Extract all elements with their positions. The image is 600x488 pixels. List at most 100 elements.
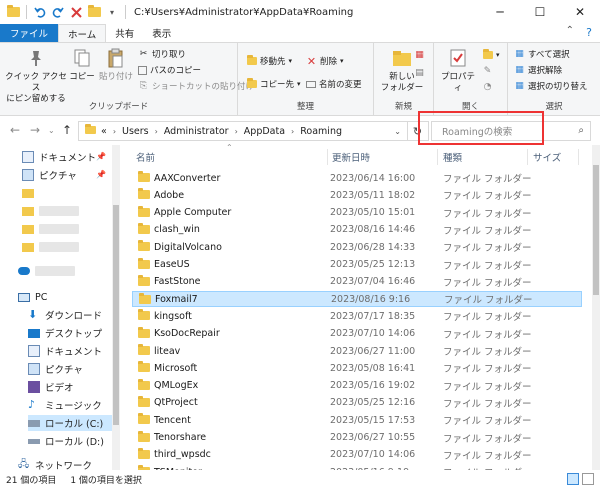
paste-shortcut-button[interactable]: ⎘ ショートカットの貼り付け xyxy=(138,80,254,92)
large-icons-view-icon[interactable] xyxy=(582,473,594,485)
chevron-right-icon[interactable]: › xyxy=(155,127,158,136)
file-row[interactable]: Apple Computer 2023/05/10 15:01 ファイル フォルダー xyxy=(132,205,582,221)
chevron-right-icon[interactable]: › xyxy=(113,127,116,136)
nav-item-documents-pinned[interactable]: ドキュメント xyxy=(22,149,96,165)
cut-button[interactable]: ✂ 切り取り xyxy=(138,48,186,60)
select-all-button[interactable]: ▦ すべて選択 xyxy=(514,48,569,60)
file-row[interactable]: DigitalVolcano 2023/06/28 14:33 ファイル フォルダー xyxy=(132,239,582,255)
customize-dropdown-icon[interactable]: ▾ xyxy=(105,5,119,19)
nav-item-folder[interactable] xyxy=(22,185,39,201)
nav-item-desktop[interactable]: デスクトップ xyxy=(28,325,102,341)
rename-button[interactable]: 名前の変更 xyxy=(306,78,362,90)
file-row[interactable]: EaseUS 2023/05/25 12:13 ファイル フォルダー xyxy=(132,257,582,273)
file-row[interactable]: Foxmail7 2023/08/16 9:16 ファイル フォルダー xyxy=(132,291,582,308)
column-separator[interactable] xyxy=(437,149,438,165)
tab-share[interactable]: 共有 xyxy=(106,24,143,42)
nav-item-downloads[interactable]: ⬇ ダウンロード xyxy=(28,307,102,323)
close-button[interactable]: ✕ xyxy=(560,0,600,24)
column-separator[interactable] xyxy=(527,149,528,165)
nav-scrollbar[interactable] xyxy=(112,145,120,470)
scrollbar-thumb[interactable] xyxy=(113,205,119,425)
chevron-right-icon[interactable]: › xyxy=(291,127,294,136)
nav-item-folder[interactable] xyxy=(22,221,79,237)
nav-item-network[interactable]: 🖧 ネットワーク xyxy=(18,457,92,470)
help-icon[interactable]: ? xyxy=(586,26,592,39)
invert-selection-button[interactable]: ▦ 選択の切り替え xyxy=(514,80,587,92)
organize-group: 移動先 ▾ コピー先 ▾ ✕ 削除 ▾ 名前の変更 整理 xyxy=(238,43,374,115)
delete-x-icon[interactable] xyxy=(69,5,83,19)
search-input[interactable]: Roamingの検索 ⌕ xyxy=(431,121,591,141)
copy-path-button[interactable]: パスのコピー xyxy=(138,64,201,76)
file-row[interactable]: FastStone 2023/07/04 16:46 ファイル フォルダー xyxy=(132,274,582,290)
breadcrumb-appdata[interactable]: AppData xyxy=(244,126,285,137)
file-row[interactable]: liteav 2023/06/27 11:00 ファイル フォルダー xyxy=(132,343,582,359)
breadcrumb-users[interactable]: Users xyxy=(122,126,149,137)
column-separator[interactable] xyxy=(578,149,579,165)
nav-item-videos[interactable]: ビデオ xyxy=(28,379,74,395)
properties-button[interactable]: プロパティ xyxy=(438,47,478,94)
breadcrumb-overflow[interactable]: « xyxy=(101,126,107,137)
nav-item-pictures[interactable]: ピクチャ xyxy=(28,361,83,377)
column-header-size[interactable]: サイズ xyxy=(533,149,583,165)
address-bar[interactable]: « › Users › Administrator › AppData › Ro… xyxy=(78,121,408,141)
folder-icon xyxy=(138,430,150,442)
select-none-button[interactable]: ▦ 選択解除 xyxy=(514,64,562,76)
file-row[interactable]: QtProject 2023/05/25 12:16 ファイル フォルダー xyxy=(132,395,582,411)
column-header-name[interactable]: 名前 xyxy=(136,149,326,165)
file-row[interactable]: Tenorshare 2023/06/27 10:55 ファイル フォルダー xyxy=(132,430,582,446)
file-row[interactable]: Tencent 2023/05/15 17:53 ファイル フォルダー xyxy=(132,412,582,428)
nav-item-documents[interactable]: ドキュメント xyxy=(28,343,102,359)
chevron-right-icon[interactable]: › xyxy=(235,127,238,136)
nav-item-onedrive[interactable] xyxy=(18,263,75,279)
tab-view[interactable]: 表示 xyxy=(143,24,180,42)
file-row[interactable]: kingsoft 2023/07/17 18:35 ファイル フォルダー xyxy=(132,308,582,324)
back-arrow-icon[interactable]: ← xyxy=(10,123,20,137)
file-list-scrollbar[interactable] xyxy=(592,145,600,470)
file-row[interactable]: KsoDocRepair 2023/07/10 14:06 ファイル フォルダー xyxy=(132,326,582,342)
address-dropdown-icon[interactable]: ⌄ xyxy=(394,127,401,136)
recent-dropdown-icon[interactable]: ⌄ xyxy=(48,126,55,135)
move-to-button[interactable]: 移動先 ▾ xyxy=(246,55,292,67)
folder-icon[interactable] xyxy=(87,5,101,19)
file-row[interactable]: AAXConverter 2023/06/14 16:00 ファイル フォルダー xyxy=(132,170,582,186)
easy-access-button[interactable]: ▤ xyxy=(414,67,425,78)
maximize-button[interactable]: ☐ xyxy=(520,0,560,24)
tab-home[interactable]: ホーム xyxy=(58,24,107,42)
paste-button[interactable]: 貼り付け xyxy=(98,47,134,83)
copy-to-button[interactable]: コピー先 ▾ xyxy=(246,78,301,90)
file-row[interactable]: Microsoft 2023/05/08 16:41 ファイル フォルダー xyxy=(132,360,582,376)
nav-item-music[interactable]: ♪ ミュージック xyxy=(28,397,102,413)
scrollbar-thumb[interactable] xyxy=(593,165,599,295)
breadcrumb-administrator[interactable]: Administrator xyxy=(164,126,229,137)
file-row[interactable]: QMLogEx 2023/05/16 19:02 ファイル フォルダー xyxy=(132,378,582,394)
column-header-modified[interactable]: 更新日時 xyxy=(332,149,432,165)
ribbon-collapse-icon[interactable]: ⌃ xyxy=(566,25,574,36)
file-row[interactable]: third_wpsdc 2023/07/10 14:06 ファイル フォルダー xyxy=(132,447,582,463)
minimize-button[interactable]: ─ xyxy=(480,0,520,24)
nav-item-folder[interactable] xyxy=(22,239,79,255)
refresh-icon[interactable]: ↻ xyxy=(407,121,429,141)
nav-item-pictures-pinned[interactable]: ピクチャ xyxy=(22,167,77,183)
nav-item-folder[interactable] xyxy=(22,203,79,219)
redo-icon[interactable] xyxy=(51,5,65,19)
undo-icon[interactable] xyxy=(33,5,47,19)
pin-quick-access-button[interactable]: クイック アクセス にピン留めする xyxy=(4,47,68,105)
edit-button[interactable]: ✎ xyxy=(482,65,493,76)
up-arrow-icon[interactable]: ↑ xyxy=(62,123,72,137)
details-view-icon[interactable] xyxy=(567,473,579,485)
column-header-type[interactable]: 種類 xyxy=(443,149,533,165)
file-row[interactable]: Adobe 2023/05/11 18:02 ファイル フォルダー xyxy=(132,187,582,203)
open-button[interactable]: ▾ xyxy=(482,48,500,60)
copy-button[interactable]: コピー xyxy=(68,47,96,83)
nav-item-drive-c[interactable]: ローカル (C:) xyxy=(28,415,112,431)
delete-button[interactable]: ✕ 削除 ▾ xyxy=(306,55,344,68)
history-button[interactable]: ◔ xyxy=(482,81,493,92)
nav-item-drive-d[interactable]: ローカル (D:) xyxy=(28,433,104,449)
new-item-button[interactable]: ▦ xyxy=(414,49,425,60)
column-separator[interactable] xyxy=(327,149,328,165)
nav-item-pc[interactable]: PC xyxy=(18,289,47,305)
breadcrumb-roaming[interactable]: Roaming xyxy=(300,126,342,137)
forward-arrow-icon[interactable]: → xyxy=(30,123,40,137)
tab-file[interactable]: ファイル xyxy=(0,24,59,42)
file-row[interactable]: clash_win 2023/08/16 14:46 ファイル フォルダー xyxy=(132,222,582,238)
